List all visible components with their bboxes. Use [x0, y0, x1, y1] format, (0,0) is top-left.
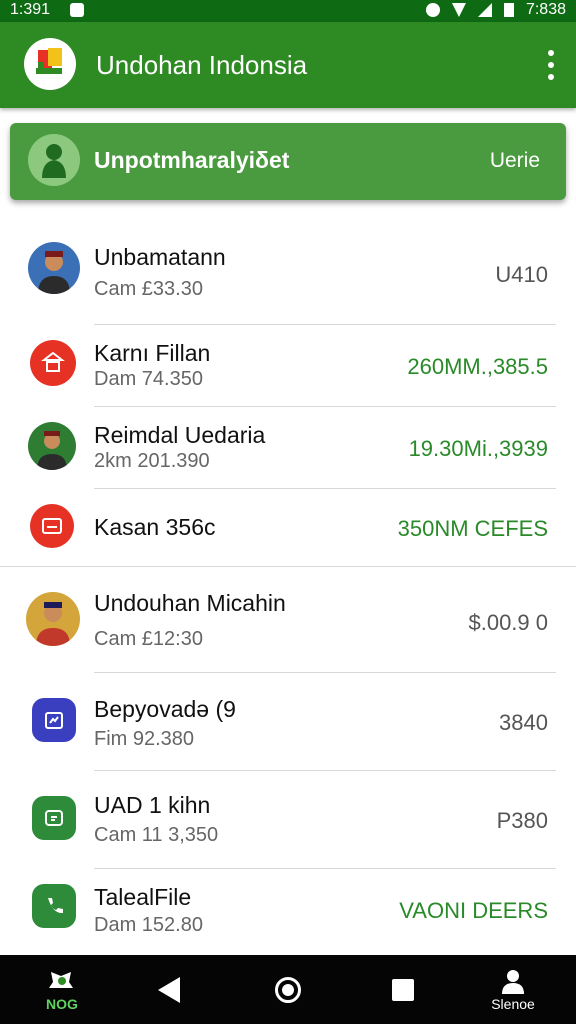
item-subtitle: 2km 201.390 — [94, 450, 210, 472]
status-right-time: 7:838 — [525, 1, 566, 18]
wifi-icon — [451, 3, 466, 17]
nav-left-label: NOG — [46, 995, 78, 1012]
list-item[interactable]: TalealFile Dam 152.80 VAONI DEERS — [0, 870, 576, 954]
temple-icon — [30, 340, 76, 386]
item-subtitle: Fim 92.380 — [94, 728, 195, 750]
item-value: 350NM CEFES — [397, 516, 548, 541]
phone-icon — [32, 884, 76, 928]
status-time: 1:391 — [10, 1, 51, 18]
banner-title: Unpotmharalyiδet — [94, 147, 290, 173]
profile-button[interactable]: Slenoe — [484, 955, 542, 1024]
divider — [0, 566, 576, 567]
person-icon — [28, 422, 76, 470]
item-value: P380 — [496, 808, 548, 833]
navigation-bar: NOG Slenoe — [0, 955, 576, 1024]
chat-icon — [32, 796, 76, 840]
list-item[interactable]: Unbamatann Cam £33.30 U410 — [0, 230, 576, 326]
person-icon — [26, 592, 80, 646]
featured-banner[interactable]: Unpotmharalyiδet Uerie — [10, 123, 566, 200]
divider — [94, 324, 556, 325]
item-name: Bepyovadə (9 — [94, 696, 236, 722]
nav-app-button[interactable]: NOG — [40, 955, 84, 1024]
item-value: VAONI DEERS — [399, 898, 548, 923]
battery-icon — [503, 3, 514, 17]
divider — [94, 868, 556, 869]
item-subtitle: Dam 152.80 — [94, 914, 203, 936]
list-item[interactable]: Undouhan Micahin Cam £12:30 $.00.9 0 — [0, 568, 576, 672]
data-icon — [425, 3, 440, 17]
list-item[interactable]: Karnı Fillan Dam 74.350 260MM.,385.5 — [0, 326, 576, 406]
item-subtitle: Cam £33.30 — [94, 278, 203, 300]
divider — [94, 672, 556, 673]
app-logo[interactable] — [24, 38, 76, 90]
recents-icon — [392, 978, 414, 1001]
list-item[interactable]: Reimdal Uedaria 2km 201.390 19.30Mi.,393… — [0, 408, 576, 488]
item-name: Undouhan Micahin — [94, 590, 286, 616]
item-value: 260MM.,385.5 — [407, 354, 548, 379]
item-name: Reimdal Uedaria — [94, 422, 266, 448]
notification-icon — [70, 3, 84, 17]
item-value: 19.30Mi.,3939 — [408, 436, 548, 461]
divider — [94, 488, 556, 489]
back-button[interactable] — [154, 955, 184, 1024]
divider — [94, 406, 556, 407]
app-title: Undohan Indonsia — [96, 50, 308, 80]
item-value: 3840 — [499, 710, 548, 735]
person-icon — [28, 242, 80, 294]
app-nav-icon — [49, 971, 73, 988]
more-options-icon[interactable] — [548, 50, 554, 80]
item-name: UAD 1 kihn — [94, 792, 211, 818]
calendar-icon — [32, 698, 76, 742]
banner-action[interactable]: Uerie — [490, 149, 540, 173]
list-item[interactable]: UAD 1 kihn Cam 11 3,350 P380 — [0, 772, 576, 868]
nav-right-label: Slenoe — [491, 995, 535, 1012]
item-subtitle: Cam 11 3,350 — [94, 824, 219, 846]
item-name: TalealFile — [94, 884, 192, 910]
item-value: $.00.9 0 — [468, 610, 548, 635]
home-button[interactable] — [272, 955, 304, 1024]
item-name: Unbamatann — [94, 244, 226, 270]
item-value: U410 — [495, 262, 548, 287]
character-icon — [28, 134, 80, 186]
back-icon — [158, 976, 180, 1003]
item-subtitle: Dam 74.350 — [94, 368, 203, 390]
status-bar: 1:391 7:838 — [0, 0, 576, 22]
item-name: Karnı Fillan — [94, 340, 211, 366]
item-subtitle: Cam £12:30 — [94, 628, 203, 650]
person-nav-icon — [502, 969, 524, 994]
divider — [94, 770, 556, 771]
signal-icon — [477, 3, 492, 17]
app-bar: Undohan Indonsia — [0, 22, 576, 108]
home-icon — [275, 976, 301, 1003]
tv-icon — [30, 504, 74, 548]
item-name: Kasan 356c — [94, 514, 216, 540]
recents-button[interactable] — [390, 955, 416, 1024]
status-icons: 7:838 — [425, 1, 566, 19]
list-item[interactable]: Kasan 356c 350NM CEFES — [0, 490, 576, 566]
list-item[interactable]: Bepyovadə (9 Fim 92.380 3840 — [0, 674, 576, 770]
